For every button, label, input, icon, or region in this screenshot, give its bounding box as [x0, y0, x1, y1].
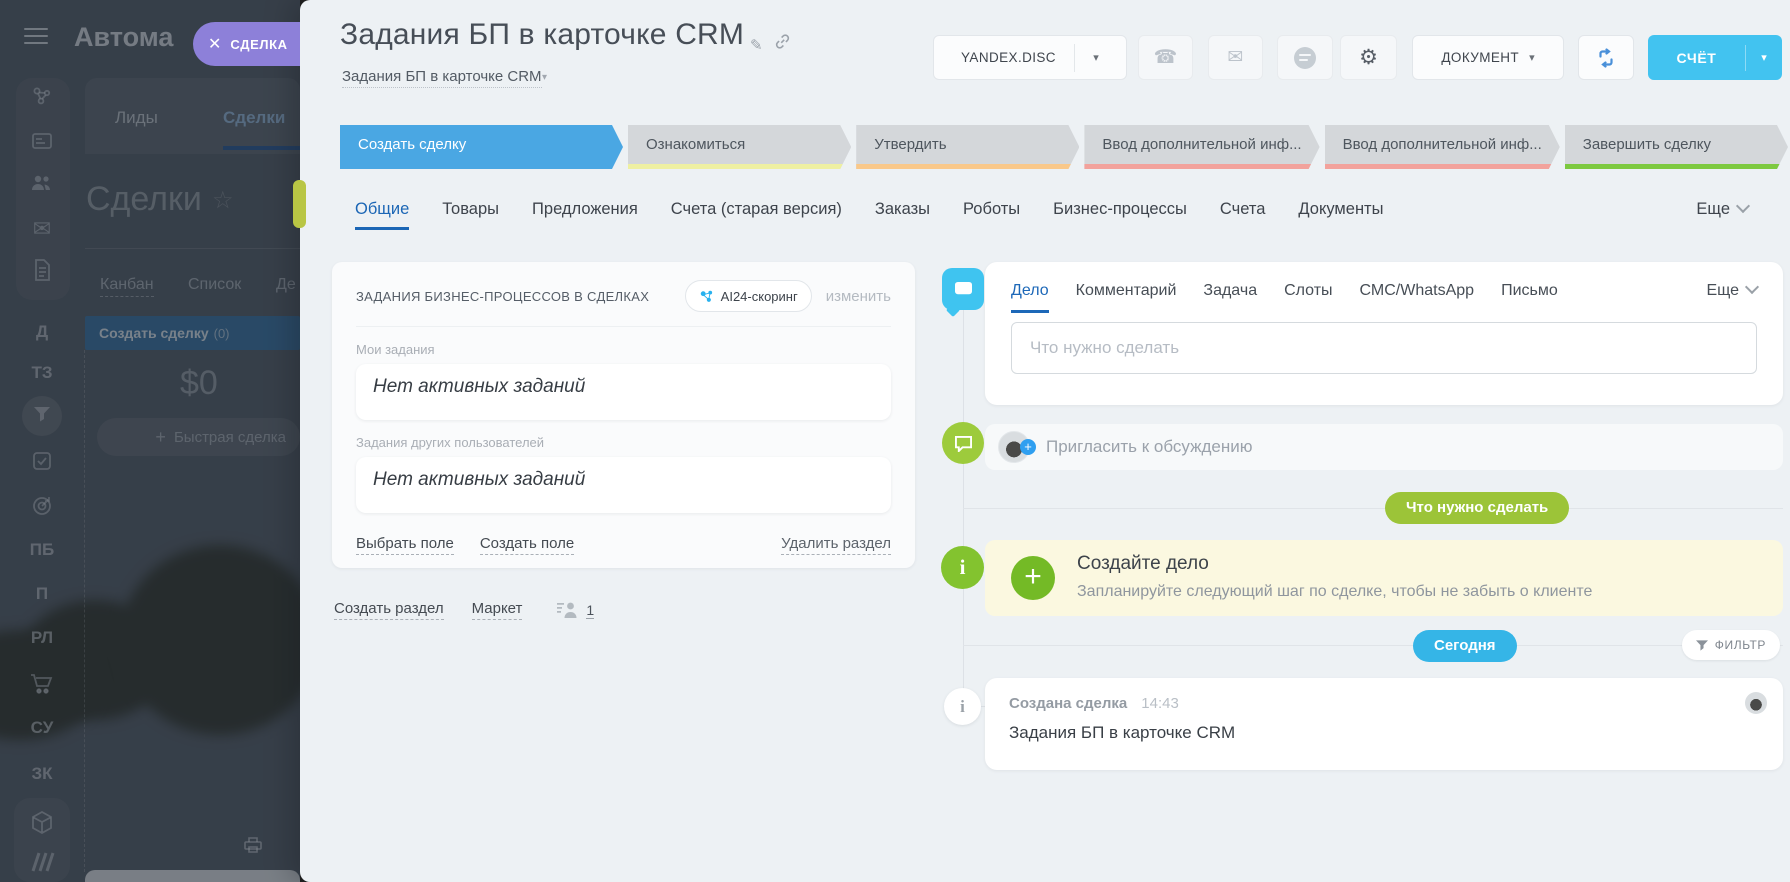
event-time: 14:43 — [1141, 695, 1179, 712]
timeline-separator — [963, 508, 1783, 509]
tl-tab-activity[interactable]: Дело — [1011, 282, 1049, 313]
deal-subtitle-link[interactable]: Задания БП в карточке CRM — [342, 68, 542, 88]
chevron-down-icon — [1744, 279, 1760, 295]
chevron-down-icon: ▾ — [1529, 52, 1535, 64]
tab-robots[interactable]: Роботы — [963, 200, 1020, 219]
settings-button[interactable]: ⚙ — [1340, 35, 1397, 80]
plus-icon[interactable]: + — [1011, 556, 1055, 600]
tab-invoices[interactable]: Счета — [1220, 200, 1266, 219]
phone-icon: ☎ — [1153, 47, 1178, 68]
deal-title: Задания БП в карточке CRM — [340, 18, 745, 51]
add-user-icon[interactable]: + — [1020, 439, 1036, 455]
field-value-my-tasks[interactable]: Нет активных заданий — [356, 364, 891, 420]
tab-quotes[interactable]: Предложения — [532, 200, 638, 219]
edit-section-link[interactable]: изменить — [826, 288, 891, 305]
date-pill: Сегодня — [1413, 630, 1517, 662]
avatar — [1745, 692, 1767, 714]
discussion-bubble-icon — [942, 422, 984, 464]
invoice-split-button[interactable]: СЧЁТ ▾ — [1648, 35, 1782, 80]
tl-tab-letter[interactable]: Письмо — [1501, 282, 1558, 300]
section-footer-links: Создать раздел Маркет 1 — [334, 600, 595, 620]
pencil-icon[interactable]: ✎ — [750, 36, 763, 54]
timeline-event-card[interactable]: Создана сделка 14:43 Задания БП в карточ… — [985, 678, 1783, 770]
deal-stage-bar: Создать сделку Ознакомиться Утвердить Вв… — [340, 125, 1788, 169]
chevron-down-icon[interactable]: ▾ — [1075, 51, 1117, 64]
call-button[interactable]: ☎ — [1138, 35, 1193, 80]
tab-invoices-old[interactable]: Счета (старая версия) — [671, 200, 842, 219]
filter-funnel-icon — [1695, 639, 1708, 651]
stage-review[interactable]: Ознакомиться — [628, 125, 851, 169]
bp-tasks-section-card: ЗАДАНИЯ БИЗНЕС-ПРОЦЕССОВ В СДЕЛКАХ AI24-… — [332, 262, 915, 568]
field-value-other-users-tasks[interactable]: Нет активных заданий — [356, 457, 891, 513]
ai-scoring-badge[interactable]: AI24-скоринг — [684, 280, 812, 312]
market-link[interactable]: Маркет — [471, 600, 523, 620]
dim-overlay — [0, 0, 300, 882]
event-title: Создана сделка — [1009, 695, 1128, 712]
document-dropdown-button[interactable]: ДОКУМЕНТ ▾ — [1412, 35, 1564, 80]
info-icon: i — [944, 688, 981, 725]
chat-button[interactable] — [1277, 35, 1333, 80]
timeline-compose-card: Дело Комментарий Задача Слоты СМС/WhatsA… — [985, 262, 1783, 405]
tab-documents[interactable]: Документы — [1298, 200, 1383, 219]
tl-tab-task[interactable]: Задача — [1203, 282, 1257, 300]
field-label: Задания других пользователей — [356, 435, 545, 450]
link-icon[interactable] — [774, 33, 791, 50]
create-activity-advice[interactable]: + Создайте дело Запланируйте следующий ш… — [985, 540, 1783, 616]
chevron-down-icon: ▾ — [542, 72, 548, 83]
storage-split-button[interactable]: YANDEX.DISC ▾ — [933, 35, 1127, 80]
molecule-icon — [700, 290, 712, 302]
members-counter[interactable]: 1 — [556, 601, 595, 619]
create-section-link[interactable]: Создать раздел — [334, 600, 444, 620]
kanban-stage-color-bar — [293, 180, 306, 228]
background-page: Автома Лиды Сделки Сделки ☆ Канбан Списо… — [0, 0, 300, 882]
tab-business-processes[interactable]: Бизнес-процессы — [1053, 200, 1187, 219]
tab-general[interactable]: Общие — [355, 200, 410, 230]
deal-badge-label: СДЕЛКА — [230, 36, 288, 52]
close-icon[interactable]: ✕ — [208, 34, 221, 54]
slider-deal-badge[interactable]: ✕ СДЕЛКА — [193, 22, 300, 66]
deal-card-tabs: Общие Товары Предложения Счета (старая в… — [355, 200, 1383, 230]
stage-additional-info-1[interactable]: Ввод дополнительной инф... — [1084, 125, 1319, 169]
avatar: + — [998, 431, 1036, 463]
invite-to-discussion[interactable]: + Пригласить к обсуждению — [985, 424, 1783, 470]
select-field-link[interactable]: Выбрать поле — [356, 535, 454, 555]
event-text: Задания БП в карточке CRM — [1009, 723, 1236, 742]
tab-orders[interactable]: Заказы — [875, 200, 930, 219]
tl-tabs-more-button[interactable]: Еще — [1706, 279, 1760, 300]
tl-tab-sms-whatsapp[interactable]: СМС/WhatsApp — [1360, 282, 1475, 300]
tl-tab-comment[interactable]: Комментарий — [1076, 282, 1177, 300]
tl-tab-slots[interactable]: Слоты — [1284, 282, 1332, 300]
advice-title: Создайте дело — [1077, 553, 1209, 574]
stage-additional-info-2[interactable]: Ввод дополнительной инф... — [1325, 125, 1560, 169]
activity-input[interactable] — [1011, 322, 1757, 374]
chevron-down-icon[interactable]: ▾ — [1746, 51, 1782, 64]
comment-bubble-icon — [942, 268, 984, 310]
stage-approve[interactable]: Утвердить — [856, 125, 1079, 169]
tabs-more-button[interactable]: Еще — [1696, 198, 1751, 219]
chat-icon — [1294, 46, 1316, 69]
email-button[interactable]: ✉ — [1208, 35, 1263, 80]
stage-create-deal[interactable]: Создать сделку — [340, 125, 623, 169]
timeline-rail — [963, 300, 964, 700]
stage-finish-deal[interactable]: Завершить сделку — [1565, 125, 1788, 169]
sync-icon — [1596, 47, 1616, 68]
delete-section-link[interactable]: Удалить раздел — [781, 535, 891, 555]
sync-button[interactable] — [1578, 35, 1634, 80]
field-label: Мои задания — [356, 342, 435, 357]
deal-slider-panel: Задания БП в карточке CRM ✎ Задания БП в… — [300, 0, 1790, 882]
tab-products[interactable]: Товары — [442, 200, 499, 219]
hint-pill: Что нужно сделать — [1385, 492, 1570, 524]
timeline-filter-button[interactable]: ФИЛЬТР — [1681, 630, 1780, 660]
section-title: ЗАДАНИЯ БИЗНЕС-ПРОЦЕССОВ В СДЕЛКАХ — [356, 288, 650, 304]
mail-icon: ✉ — [1227, 47, 1244, 68]
divider — [356, 326, 891, 327]
advice-text: Запланируйте следующий шаг по сделке, чт… — [1077, 583, 1593, 600]
chevron-down-icon — [1735, 198, 1751, 214]
timeline-separator — [963, 645, 1783, 646]
invite-label: Пригласить к обсуждению — [1046, 437, 1253, 456]
gear-icon: ⚙ — [1359, 46, 1378, 69]
person-count-icon — [557, 602, 577, 618]
info-icon: i — [941, 546, 984, 589]
create-field-link[interactable]: Создать поле — [479, 535, 575, 555]
